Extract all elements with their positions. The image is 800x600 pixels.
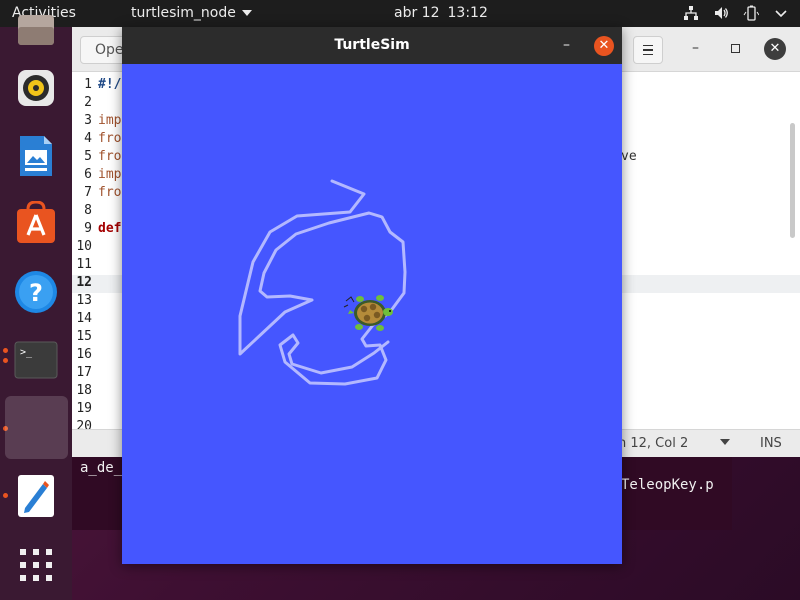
dock-item-terminal[interactable]: >_ (10, 334, 62, 386)
line-number: 14 (76, 311, 92, 326)
pen-trail-path (238, 179, 407, 386)
clock-date: abr 12 (394, 5, 440, 21)
code-text: fro (98, 131, 122, 146)
running-indicator (3, 358, 8, 363)
close-icon[interactable]: ✕ (764, 38, 786, 60)
terminal-text: TeleopKey.p (621, 477, 714, 493)
dock-item-show-applications[interactable] (10, 539, 62, 591)
line-number: 15 (76, 329, 92, 344)
dock-item-turtlesim[interactable] (5, 396, 68, 459)
line-number: 7 (84, 185, 92, 200)
clock-time: 13:12 (447, 5, 488, 21)
svg-text:>_: >_ (20, 347, 33, 358)
rhythmbox-icon (18, 70, 54, 106)
line-number: 9 (84, 221, 92, 236)
app-menu[interactable]: turtlesim_node (131, 5, 252, 21)
dock-item-files[interactable] (10, 5, 62, 57)
terminal-icon: >_ (14, 341, 58, 379)
ubuntu-software-icon (17, 201, 55, 243)
help-icon: ? (15, 271, 57, 313)
line-number: 16 (76, 347, 92, 362)
line-number: 2 (84, 95, 92, 110)
app-menu-label: turtlesim_node (131, 5, 236, 21)
running-indicator (3, 348, 8, 353)
line-number: 12 (76, 275, 92, 290)
hamburger-menu-icon[interactable] (633, 36, 663, 64)
line-number: 18 (76, 383, 92, 398)
code-text: fro (98, 149, 122, 164)
line-number: 6 (84, 167, 92, 182)
dock-item-libreoffice-impress[interactable] (10, 130, 62, 182)
dock: ? >_ (0, 15, 72, 600)
power-menu-icon[interactable] (772, 4, 790, 22)
scrollbar[interactable] (790, 123, 795, 238)
dock-item-help[interactable]: ? (10, 266, 62, 318)
line-number: 3 (84, 113, 92, 128)
code-fragment: ve (621, 149, 637, 164)
files-icon (18, 15, 54, 45)
line-number: 11 (76, 257, 92, 272)
turtlesim-window[interactable]: TurtleSim – ✕ (122, 27, 622, 564)
chevron-down-icon (241, 10, 252, 16)
turtle-icon (343, 295, 393, 331)
running-indicator (3, 493, 8, 498)
line-number: 17 (76, 365, 92, 380)
top-bar: Activities turtlesim_node abr 12 13:12 (0, 0, 800, 27)
chevron-down-icon[interactable] (720, 439, 730, 445)
system-tray[interactable] (682, 4, 790, 22)
code-text: def (98, 221, 122, 236)
battery-icon[interactable] (742, 4, 760, 22)
line-number: 20 (76, 419, 92, 429)
dock-item-text-editor[interactable] (10, 470, 62, 522)
line-number: 8 (84, 203, 92, 218)
clock[interactable]: abr 12 13:12 (394, 5, 488, 21)
dock-item-ubuntu-software[interactable] (10, 197, 62, 249)
code-text: fro (98, 185, 122, 200)
minimize-icon[interactable]: – (692, 40, 699, 56)
line-number: 4 (84, 131, 92, 146)
code-text: imp (98, 167, 122, 182)
insert-mode[interactable]: INS (760, 436, 782, 451)
turtle-canvas (122, 64, 622, 564)
window-title: TurtleSim (334, 37, 410, 53)
cursor-position[interactable]: n 12, Col 2 (618, 436, 688, 451)
maximize-icon[interactable] (731, 44, 740, 53)
show-applications-icon (20, 549, 52, 581)
svg-text:?: ? (29, 279, 43, 307)
code-text: #!/ (98, 77, 122, 92)
line-number: 10 (76, 239, 92, 254)
volume-icon[interactable] (712, 4, 730, 22)
libreoffice-impress-icon (20, 136, 52, 176)
line-number: 5 (84, 149, 92, 164)
line-number: 19 (76, 401, 92, 416)
turtlesim-titlebar[interactable]: TurtleSim – ✕ (122, 27, 622, 64)
line-number: 13 (76, 293, 92, 308)
dock-item-rhythmbox[interactable] (10, 62, 62, 114)
code-text: imp (98, 113, 122, 128)
text-editor-icon (18, 475, 54, 517)
network-icon[interactable] (682, 4, 700, 22)
close-icon[interactable]: ✕ (594, 36, 614, 56)
minimize-icon[interactable]: – (563, 37, 570, 53)
line-number: 1 (84, 77, 92, 92)
